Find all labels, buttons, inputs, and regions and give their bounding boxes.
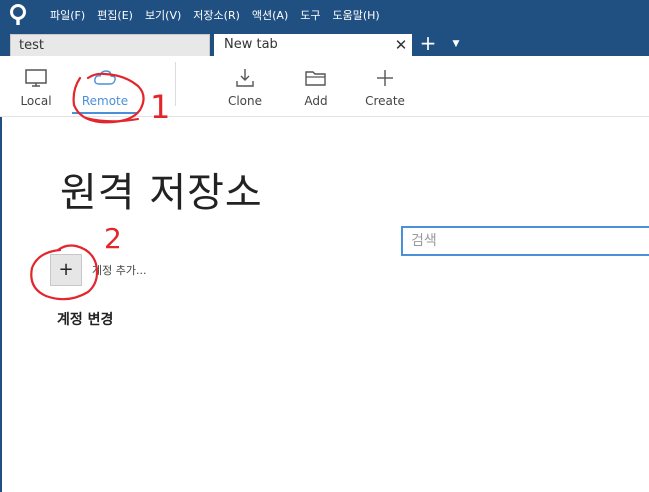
create-button[interactable]: Create — [362, 56, 408, 116]
change-account-label[interactable]: 계정 변경 — [57, 309, 113, 329]
sourcetree-logo-icon[interactable] — [8, 4, 28, 26]
new-tab-plus-icon[interactable]: + — [418, 31, 438, 56]
menu-repository[interactable]: 저장소(R) — [187, 0, 246, 31]
active-tool-indicator — [72, 112, 138, 114]
toolbar: Local Remote Clone Add Create — [0, 56, 649, 117]
remote-label: Remote — [81, 94, 129, 108]
folder-icon — [305, 71, 326, 86]
search-input[interactable] — [401, 226, 649, 256]
add-account-label: 계정 추가... — [92, 264, 147, 277]
local-button[interactable]: Local — [14, 56, 58, 116]
local-label: Local — [20, 94, 52, 108]
menu-tools[interactable]: 도구 — [294, 0, 326, 31]
tab-label: New tab — [224, 37, 278, 52]
remote-button[interactable]: Remote — [70, 56, 140, 116]
tab-test[interactable]: test — [10, 34, 210, 56]
tab-dropdown-icon[interactable]: ▼ — [448, 31, 464, 56]
tab-label: test — [19, 38, 44, 53]
menu-file[interactable]: 파일(F) — [44, 0, 91, 31]
cloud-icon — [94, 70, 116, 85]
menu-view[interactable]: 보기(V) — [139, 0, 187, 31]
page-title: 원격 저장소 — [60, 170, 263, 216]
plus-icon — [377, 70, 393, 86]
create-label: Create — [365, 94, 405, 108]
annotation-mark-2: 2 — [104, 222, 122, 255]
download-icon — [236, 69, 254, 87]
menu-actions[interactable]: 액션(A) — [246, 0, 294, 31]
add-button[interactable]: Add — [296, 56, 336, 116]
toolbar-divider — [175, 62, 176, 106]
annotation-underline-remote — [85, 117, 139, 123]
menu-edit[interactable]: 편집(E) — [91, 0, 139, 31]
tab-new-tab[interactable]: New tab ✕ — [214, 34, 412, 56]
clone-label: Clone — [227, 94, 263, 108]
monitor-icon — [25, 69, 47, 87]
menu-bar: 파일(F) 편집(E) 보기(V) 저장소(R) 액션(A) 도구 도움말(H) — [0, 0, 649, 31]
tab-strip: test New tab ✕ — [0, 31, 649, 56]
close-icon[interactable]: ✕ — [394, 34, 408, 56]
menu-items: 파일(F) 편집(E) 보기(V) 저장소(R) 액션(A) 도구 도움말(H) — [44, 0, 386, 31]
add-account-button[interactable]: + — [50, 254, 82, 286]
menu-help[interactable]: 도움말(H) — [327, 0, 386, 31]
clone-button[interactable]: Clone — [222, 56, 268, 116]
add-label: Add — [304, 94, 328, 108]
